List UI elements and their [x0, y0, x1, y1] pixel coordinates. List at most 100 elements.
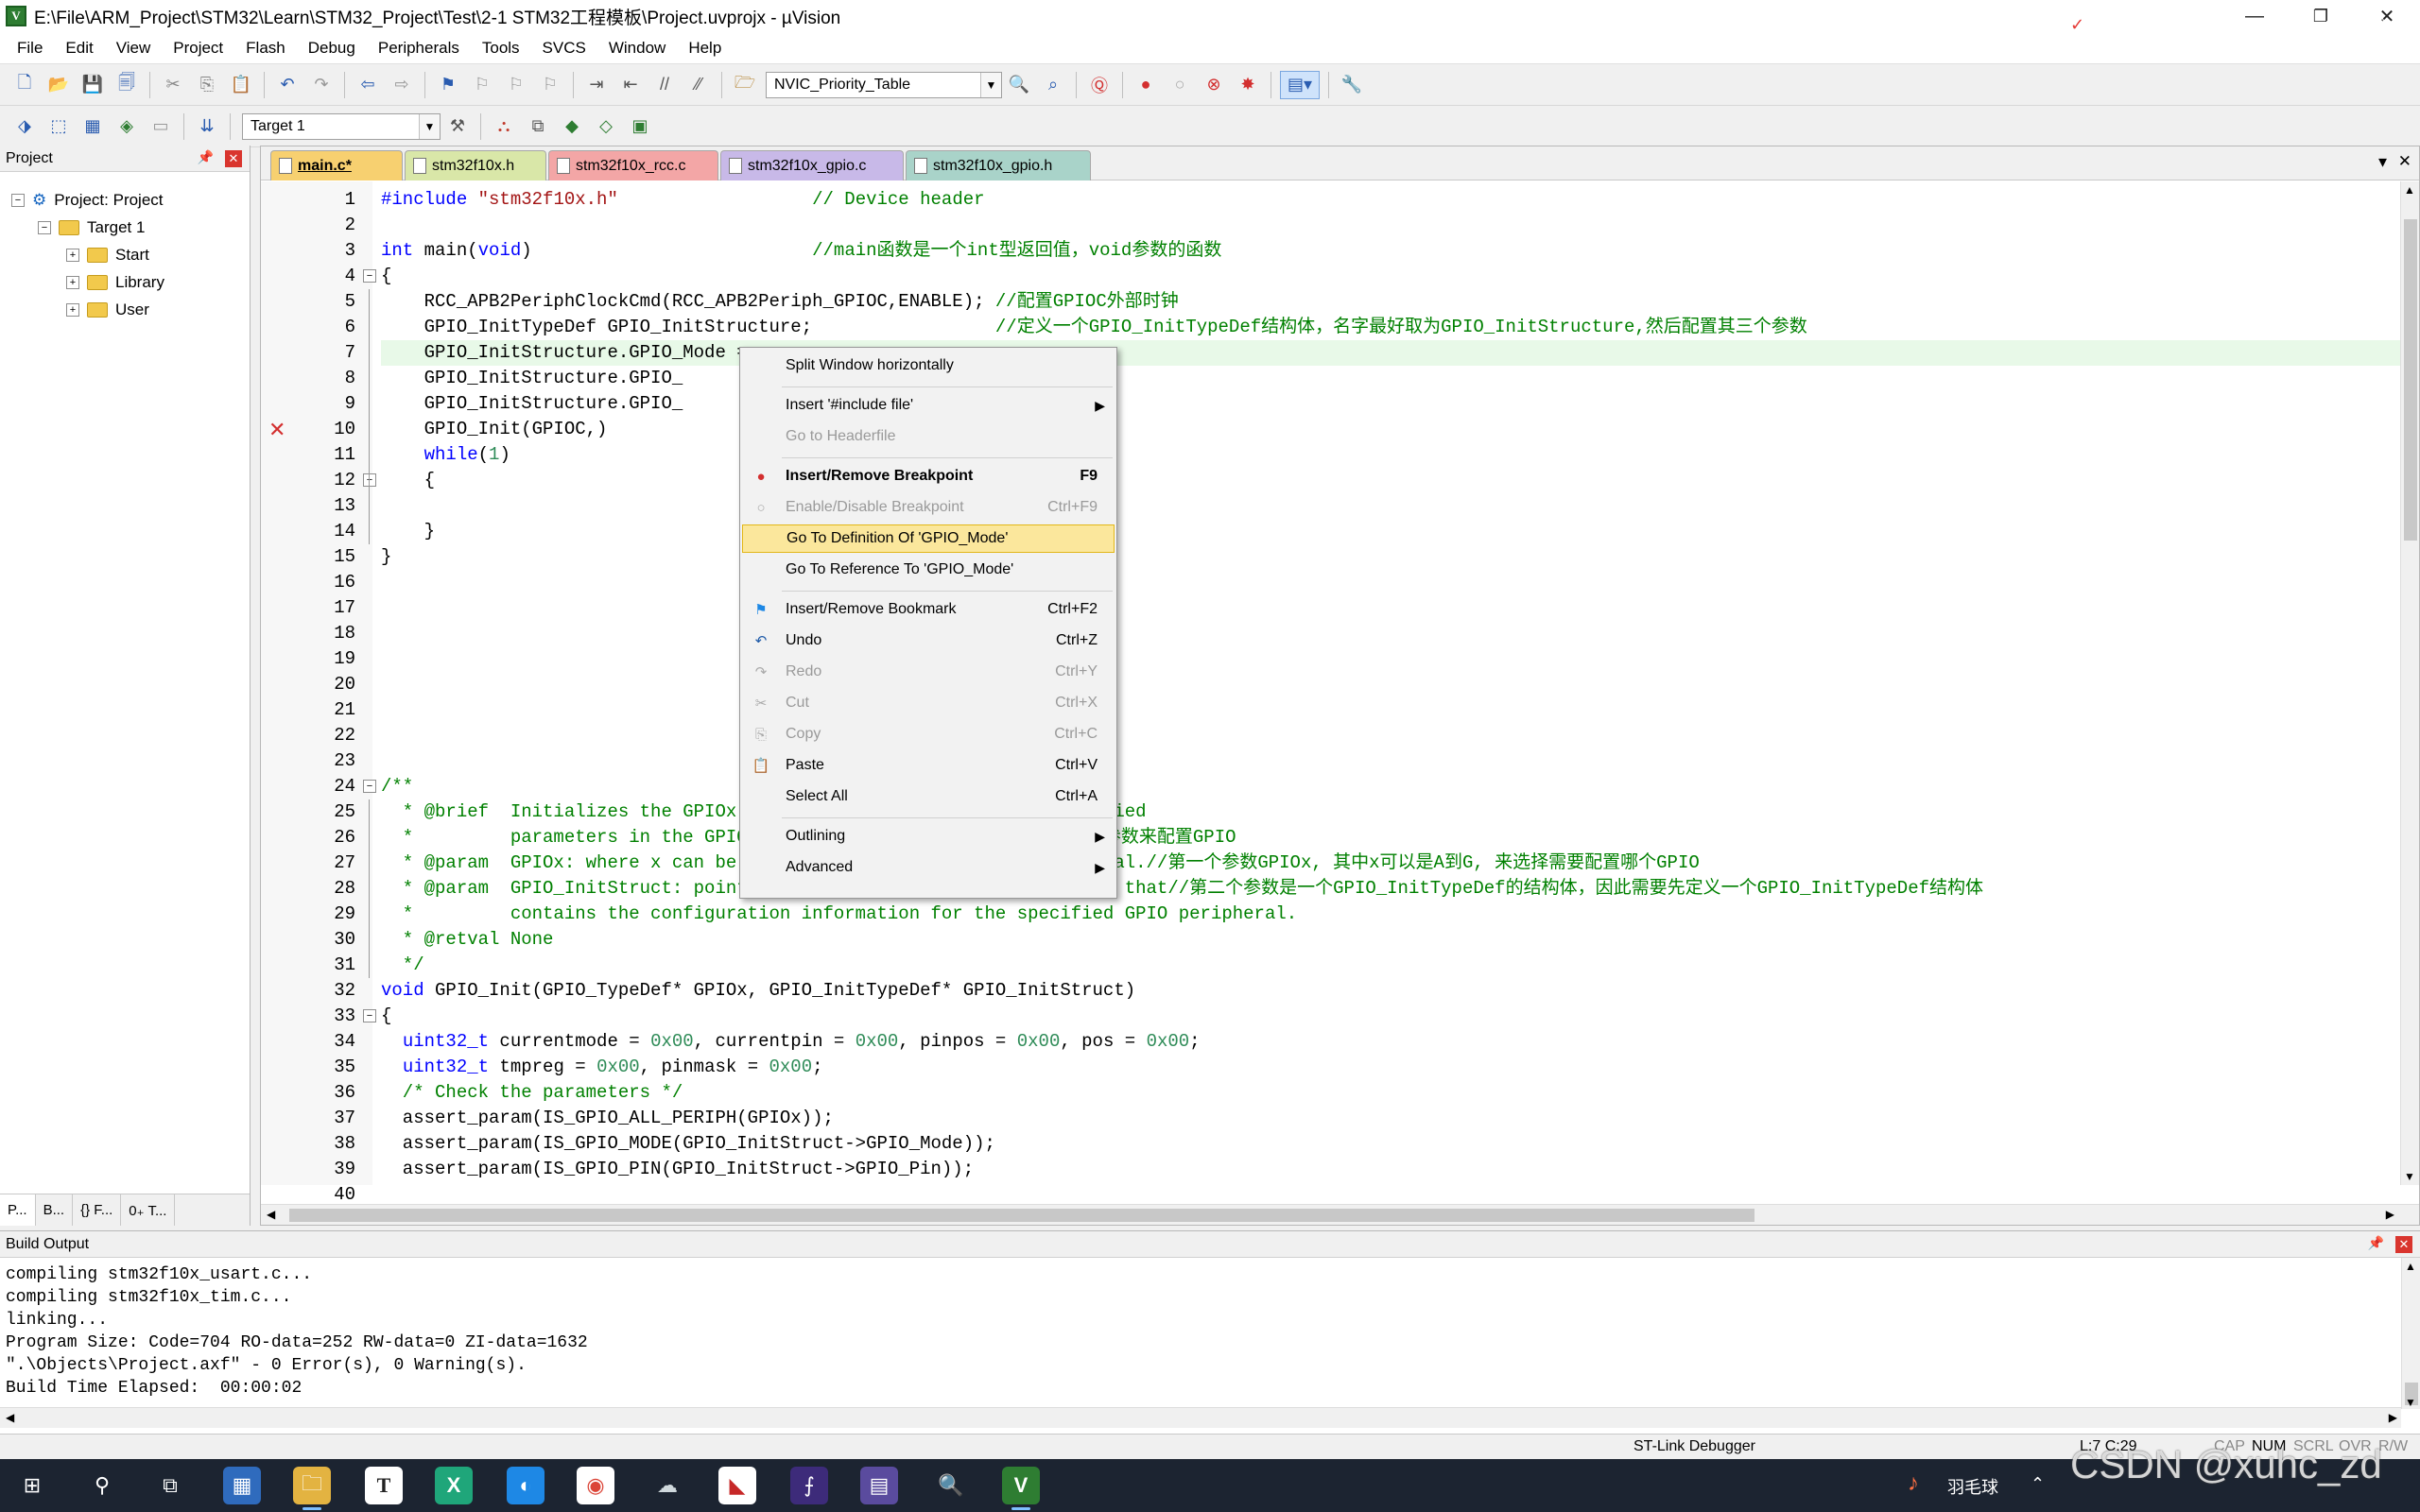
pin-icon[interactable]: 📌: [2368, 1235, 2384, 1251]
task-view-icon[interactable]: ⧉: [151, 1467, 189, 1504]
tab-books[interactable]: B...: [36, 1194, 74, 1226]
collapse-icon[interactable]: −: [11, 194, 25, 207]
pin-icon[interactable]: 📌: [198, 149, 214, 165]
expand-icon[interactable]: +: [66, 276, 79, 289]
menu-item-go-to-definition-of-gpio-mode[interactable]: Go To Definition Of 'GPIO_Mode': [742, 524, 1115, 553]
manage-rte-icon[interactable]: ◆: [558, 112, 586, 141]
horizontal-scrollbar[interactable]: ◀ ▶: [0, 1407, 2401, 1428]
scroll-left-icon[interactable]: ◀: [6, 1411, 14, 1424]
scroll-left-icon[interactable]: ◀: [267, 1208, 275, 1221]
kill-breakpoints-icon[interactable]: ✸: [1234, 71, 1262, 99]
rebuild-icon[interactable]: ▦: [78, 112, 107, 141]
scroll-down-icon[interactable]: ▼: [2404, 1170, 2415, 1183]
scroll-up-icon[interactable]: ▲: [2405, 1260, 2416, 1273]
menu-item-outlining[interactable]: Outlining ▶: [742, 822, 1115, 850]
clear-bookmarks-icon[interactable]: ⚐: [536, 71, 564, 99]
wechat-icon[interactable]: ☁: [648, 1467, 686, 1504]
menu-window[interactable]: Window: [597, 39, 677, 58]
unindent-icon[interactable]: ⇤: [616, 71, 645, 99]
antivirus-icon[interactable]: ✓: [2070, 15, 2084, 35]
pdf-reader-icon[interactable]: ◣: [718, 1467, 756, 1504]
next-bookmark-icon[interactable]: ⚐: [502, 71, 530, 99]
expand-icon[interactable]: +: [66, 303, 79, 317]
code-area[interactable]: #include "stm32f10x.h" // Device header i…: [381, 181, 2404, 1185]
code-line[interactable]: GPIO_InitTypeDef GPIO_InitStructure; //定…: [381, 315, 1807, 340]
chevron-down-icon[interactable]: ▼: [980, 72, 1001, 97]
incremental-find-icon[interactable]: ⌕: [1039, 71, 1067, 99]
debug-session-icon[interactable]: Ⓠ: [1085, 71, 1114, 99]
code-line[interactable]: GPIO_InitStructure.GPIO_: [381, 366, 683, 391]
code-line[interactable]: GPIO_InitStructure.GPIO_Mode =: [381, 340, 748, 366]
code-line[interactable]: uint32_t currentmode = 0x00, currentpin …: [381, 1029, 1201, 1055]
menu-help[interactable]: Help: [677, 39, 733, 58]
code-line[interactable]: assert_param(IS_GPIO_MODE(GPIO_InitStruc…: [381, 1131, 995, 1157]
tree-item-user[interactable]: + User: [66, 297, 149, 323]
xmind-icon[interactable]: X: [435, 1467, 473, 1504]
code-line[interactable]: GPIO_InitStructure.GPIO_: [381, 391, 683, 417]
edge-icon[interactable]: ◐: [507, 1467, 544, 1504]
scroll-right-icon[interactable]: ▶: [2386, 1208, 2394, 1221]
code-line[interactable]: */: [381, 953, 424, 978]
comment-icon[interactable]: //: [650, 71, 679, 99]
find-icon[interactable]: 🔍: [1005, 71, 1033, 99]
tab-templates[interactable]: 0₊ T...: [121, 1194, 176, 1226]
disable-all-breakpoints-icon[interactable]: ⊗: [1200, 71, 1228, 99]
window-layout-icon[interactable]: ▤▾: [1280, 70, 1320, 99]
tab-functions[interactable]: {} F...: [73, 1194, 122, 1226]
code-line[interactable]: /* Check the parameters */: [381, 1080, 683, 1106]
calculator-icon[interactable]: ▦: [223, 1467, 261, 1504]
find-combo[interactable]: NVIC_Priority_Table ▼: [766, 71, 1002, 98]
cut-icon[interactable]: ✂: [159, 71, 187, 99]
code-line[interactable]: GPIO_Init(GPIOC,): [381, 417, 608, 442]
menu-flash[interactable]: Flash: [234, 39, 297, 58]
code-line[interactable]: assert_param(IS_GPIO_ALL_PERIPH(GPIOx));: [381, 1106, 834, 1131]
copy-icon[interactable]: ⎘: [193, 71, 221, 99]
download-icon[interactable]: ⇊: [193, 112, 221, 141]
close-icon[interactable]: ✕: [225, 150, 242, 167]
fold-toggle-icon[interactable]: −: [363, 473, 376, 487]
menu-file[interactable]: File: [6, 39, 54, 58]
scroll-up-icon[interactable]: ▲: [2404, 183, 2415, 197]
tree-item-start[interactable]: + Start: [66, 242, 149, 268]
tab-list-icon[interactable]: ▾: [2378, 152, 2387, 172]
indent-icon[interactable]: ⇥: [582, 71, 611, 99]
save-all-icon[interactable]: 🗐: [112, 71, 141, 99]
code-line[interactable]: {: [381, 264, 391, 289]
undo-icon[interactable]: ↶: [273, 71, 302, 99]
build-icon[interactable]: ⬚: [44, 112, 73, 141]
open-file-icon[interactable]: 📂: [44, 71, 73, 99]
search-icon[interactable]: ⚲: [83, 1467, 121, 1504]
keil-uvision-icon[interactable]: V: [1002, 1467, 1040, 1510]
collapse-icon[interactable]: −: [38, 221, 51, 234]
code-line[interactable]: }: [381, 544, 391, 570]
menu-edit[interactable]: Edit: [54, 39, 104, 58]
notification-icon[interactable]: 🗨: [2361, 11, 2388, 36]
menu-item-select-all[interactable]: Select All Ctrl+A: [742, 782, 1115, 811]
tab-stm32f10x-h[interactable]: stm32f10x.h: [405, 150, 546, 180]
menu-item-undo[interactable]: ↶ Undo Ctrl+Z: [742, 627, 1115, 655]
target-combo[interactable]: Target 1 ▼: [242, 112, 441, 140]
code-line[interactable]: /**: [381, 774, 413, 799]
tray-expand-icon[interactable]: ⌃: [2031, 1474, 2045, 1494]
pack-installer-icon[interactable]: ◇: [592, 112, 620, 141]
texstudio-icon[interactable]: ⨍: [790, 1467, 828, 1504]
close-icon[interactable]: ✕: [2395, 1236, 2412, 1253]
horizontal-scrollbar[interactable]: ◀ ▶: [261, 1204, 2419, 1225]
menu-item-go-to-reference-to-gpio-mode[interactable]: Go To Reference To 'GPIO_Mode': [742, 556, 1115, 584]
uncomment-icon[interactable]: ⁄⁄: [684, 71, 713, 99]
taskbar-date[interactable]: 2024-08-05: [2235, 26, 2317, 45]
close-tab-icon[interactable]: ✕: [2398, 152, 2411, 171]
vertical-scrollbar[interactable]: ▲ ▼: [2401, 1258, 2420, 1409]
chevron-down-icon[interactable]: ▼: [419, 113, 440, 139]
configure-icon[interactable]: 🔧: [1338, 71, 1366, 99]
stm32cube-icon[interactable]: ▤: [860, 1467, 898, 1504]
menu-peripherals[interactable]: Peripherals: [367, 39, 471, 58]
event-recorder-icon[interactable]: ▣: [626, 112, 654, 141]
prev-bookmark-icon[interactable]: ⚐: [468, 71, 496, 99]
scroll-down-icon[interactable]: ▼: [2405, 1396, 2416, 1409]
menu-item-paste[interactable]: 📋 Paste Ctrl+V: [742, 751, 1115, 780]
tray-label[interactable]: 羽毛球: [1947, 1474, 1998, 1499]
code-line[interactable]: {: [381, 1004, 391, 1029]
manage-project-icon[interactable]: ⛬: [490, 112, 518, 141]
redo-icon[interactable]: ↷: [307, 71, 336, 99]
